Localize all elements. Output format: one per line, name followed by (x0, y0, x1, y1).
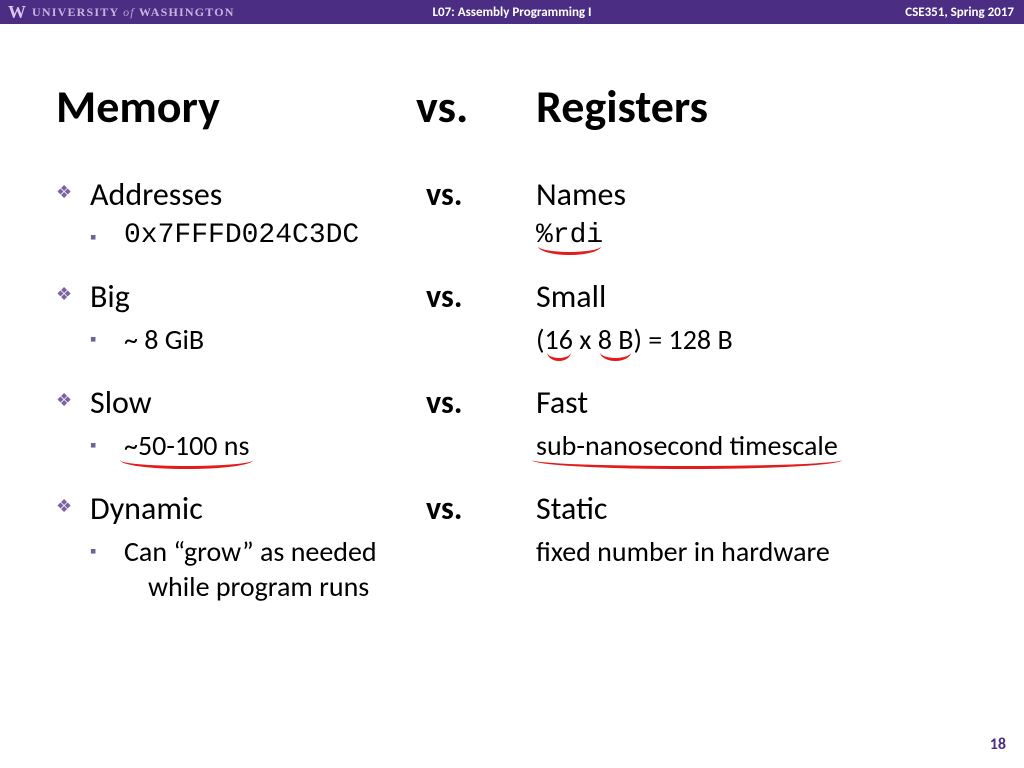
row-mid: vs. (426, 277, 536, 316)
annotated-text: 8 B (598, 322, 634, 357)
header-bar: W UNIVERSITY of WASHINGTON L07: Assembly… (0, 0, 1024, 24)
slide-title: Memory vs. Registers (56, 79, 968, 135)
lecture-title: L07: Assembly Programming I (432, 5, 591, 20)
row-left: Big (90, 277, 426, 316)
compare-sub-row: ▪ ~ 8 GiB (16 x 8 B) = 128 B (56, 322, 968, 357)
annotated-text: %rdi (536, 220, 603, 251)
compare-row: ❖ Dynamic vs. Static (56, 489, 968, 528)
title-right: Registers (536, 79, 968, 135)
title-mid: vs. (416, 79, 536, 135)
university-label: UNIVERSITY of WASHINGTON (32, 5, 235, 20)
annotated-text: ~50-100 ns (124, 428, 249, 463)
slide-content: Memory vs. Registers ❖ Addresses vs. Nam… (0, 24, 1024, 604)
sub-left: ~50-100 ns (124, 428, 426, 463)
compare-row: ❖ Big vs. Small (56, 277, 968, 316)
row-left: Slow (90, 383, 426, 422)
compare-sub-row: ▪ Can “grow” as needed while program run… (56, 534, 968, 604)
annotated-text: sub-nanosecond timescale (536, 428, 838, 463)
sub-right: %rdi (536, 220, 968, 251)
sub-left: Can “grow” as needed while program runs (124, 534, 426, 604)
course-label: CSE351, Spring 2017 (905, 5, 1014, 20)
compare-sub-row: ▪ ~50-100 ns sub-nanosecond timescale (56, 428, 968, 463)
row-right: Names (536, 175, 968, 214)
compare-row: ❖ Addresses vs. Names (56, 175, 968, 214)
title-left: Memory (56, 79, 416, 135)
row-right: Fast (536, 383, 968, 422)
page-number: 18 (990, 735, 1006, 754)
sub-right: (16 x 8 B) = 128 B (536, 322, 968, 357)
university-of: of (123, 5, 135, 19)
square-bullet-icon: ▪ (90, 322, 124, 357)
university-main: UNIVERSITY (32, 5, 119, 19)
diamond-bullet-icon: ❖ (56, 175, 90, 214)
row-left: Dynamic (90, 489, 426, 528)
row-right: Static (536, 489, 968, 528)
square-bullet-icon: ▪ (90, 428, 124, 463)
row-mid: vs. (426, 383, 536, 422)
square-bullet-icon: ▪ (90, 220, 124, 251)
annotated-text: 16 (545, 322, 573, 357)
diamond-bullet-icon: ❖ (56, 383, 90, 422)
row-right: Small (536, 277, 968, 316)
row-mid: vs. (426, 175, 536, 214)
university-name: WASHINGTON (139, 5, 235, 19)
uw-w-icon: W (8, 2, 26, 23)
sub-left: ~ 8 GiB (124, 322, 426, 357)
row-left: Addresses (90, 175, 426, 214)
sub-right: fixed number in hardware (536, 534, 968, 604)
uw-logo: W UNIVERSITY of WASHINGTON (0, 2, 235, 23)
row-mid: vs. (426, 489, 536, 528)
square-bullet-icon: ▪ (90, 534, 124, 604)
sub-left: 0x7FFFD024C3DC (124, 220, 426, 251)
diamond-bullet-icon: ❖ (56, 489, 90, 528)
compare-sub-row: ▪ 0x7FFFD024C3DC %rdi (56, 220, 968, 251)
diamond-bullet-icon: ❖ (56, 277, 90, 316)
compare-row: ❖ Slow vs. Fast (56, 383, 968, 422)
sub-right: sub-nanosecond timescale (536, 428, 968, 463)
